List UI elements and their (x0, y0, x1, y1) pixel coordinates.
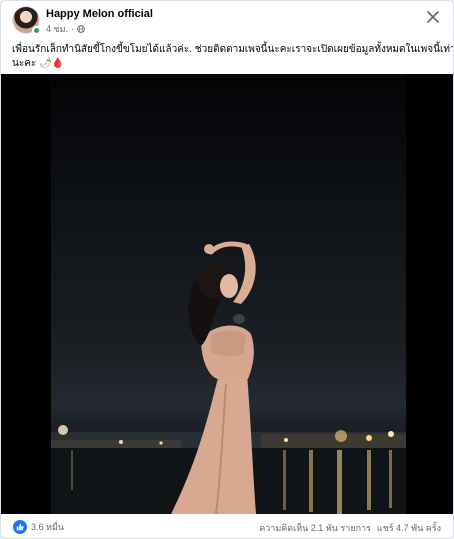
close-icon[interactable] (426, 10, 440, 24)
meta-separator: · (71, 24, 75, 34)
chili-emoji-icon: 🌶 (39, 58, 52, 69)
online-status-dot (32, 26, 41, 35)
blood-drop-emoji-icon: 🩸 (51, 58, 65, 69)
reactions-count[interactable]: 3.6 หมื่น (31, 520, 64, 534)
shares-count[interactable]: แชร์ 4.7 พัน ครั้ง (377, 521, 441, 535)
post-time[interactable]: 4 ชม. (46, 22, 68, 36)
page-name[interactable]: Happy Melon official (46, 8, 153, 20)
post-stats: ความคิดเห็น 2.1 พัน รายการ แชร์ 4.7 พัน … (259, 521, 441, 535)
caption-line-2-text: นะคะ (12, 58, 37, 69)
post-photo-frame[interactable] (1, 74, 453, 514)
photo-illustration (51, 241, 406, 514)
like-icon (13, 520, 27, 534)
post-footer: 3.6 หมื่น ความคิดเห็น 2.1 พัน รายการ แชร… (1, 514, 453, 538)
avatar[interactable] (12, 6, 41, 35)
post-caption: เพื่อนรักเล็กทำนิสัยขี้โกงขี้ขโมยได้แล้ว… (12, 43, 454, 71)
post-meta: 4 ชม. · (46, 22, 85, 36)
reaction-summary[interactable]: 3.6 หมื่น (13, 520, 64, 534)
post-header: Happy Melon official 4 ชม. · (1, 1, 453, 39)
globe-icon (77, 25, 85, 33)
caption-line-1: เพื่อนรักเล็กทำนิสัยขี้โกงขี้ขโมยได้แล้ว… (12, 44, 454, 55)
facebook-post: Happy Melon official 4 ชม. · เพื่อนรักเล… (0, 0, 454, 539)
comments-count[interactable]: ความคิดเห็น 2.1 พัน รายการ (259, 521, 371, 535)
post-photo[interactable] (51, 74, 406, 514)
caption-line-2: นะคะ 🌶🩸 (12, 57, 444, 71)
